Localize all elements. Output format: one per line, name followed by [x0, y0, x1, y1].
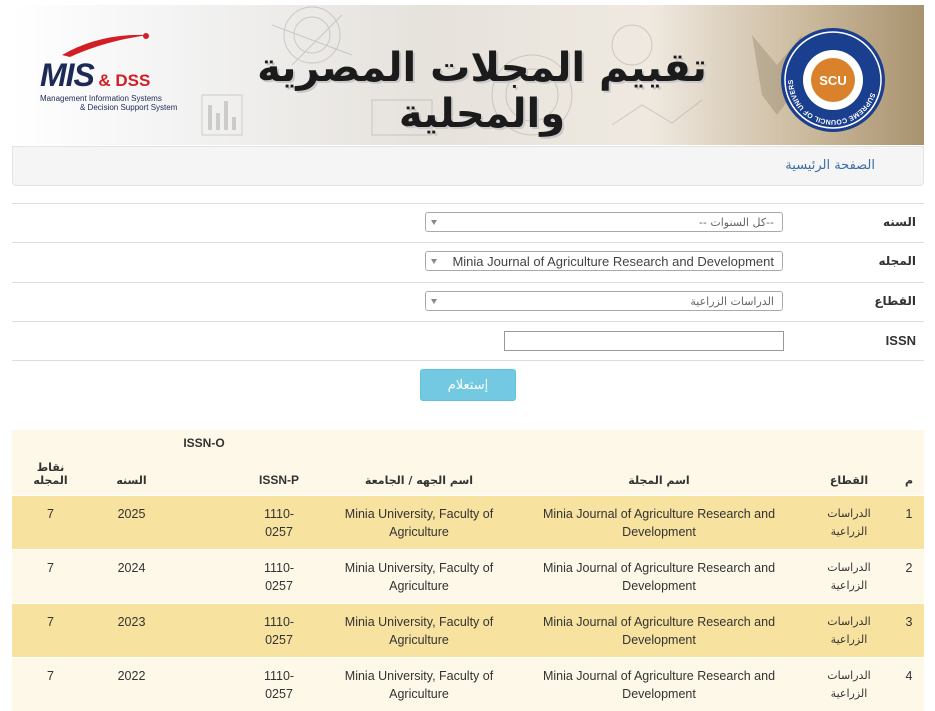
- cell-issn-p: 1110-0257: [234, 496, 324, 550]
- logo-dss-text: & DSS: [98, 71, 150, 90]
- cell-points: 7: [12, 496, 89, 550]
- breadcrumb: الصفحة الرئيسية: [12, 146, 924, 186]
- cell-issn-o: [174, 496, 234, 550]
- form-row-sector: القطاع الدراسات الزراعية: [12, 282, 924, 321]
- header-org: اسم الجهه / الجامعة: [324, 430, 514, 496]
- year-select[interactable]: --كل السنوات --: [425, 212, 783, 232]
- cell-journal: Minia Journal of Agriculture Research an…: [514, 604, 804, 658]
- form-row-journal: المجله Minia Journal of Agriculture Rese…: [12, 242, 924, 281]
- cell-journal: Minia Journal of Agriculture Research an…: [514, 658, 804, 711]
- cell-year: 2023: [89, 604, 174, 658]
- cell-issn-p: 1110-0257: [234, 550, 324, 604]
- cell-points: 7: [12, 658, 89, 711]
- banner-title: تقييم المجلات المصرية والمحلية: [202, 45, 762, 137]
- header-num: م: [894, 430, 924, 496]
- logo-subtitle-1: Management Information Systems: [40, 94, 177, 103]
- cell-num: 2: [894, 550, 924, 604]
- query-button[interactable]: إستعلام: [420, 369, 516, 401]
- header-points: نقاط المجله: [12, 430, 89, 496]
- journal-label: المجله: [879, 254, 917, 268]
- sector-select-value: الدراسات الزراعية: [690, 295, 774, 308]
- cell-sector: الدراسات الزراعية: [804, 496, 894, 550]
- cell-year: 2024: [89, 550, 174, 604]
- table-row: 1 الدراسات الزراعية Minia Journal of Agr…: [12, 496, 924, 550]
- table-header-row: م القطاع اسم المجلة اسم الجهه / الجامعة …: [12, 430, 924, 496]
- cell-num: 4: [894, 658, 924, 711]
- chevron-down-icon: [431, 259, 437, 264]
- header-year: السنه: [89, 430, 174, 496]
- cell-year: 2025: [89, 496, 174, 550]
- cell-points: 7: [12, 604, 89, 658]
- table-row: 4 الدراسات الزراعية Minia Journal of Agr…: [12, 658, 924, 711]
- results-table: م القطاع اسم المجلة اسم الجهه / الجامعة …: [12, 430, 924, 711]
- header-journal: اسم المجلة: [514, 430, 804, 496]
- issn-label: ISSN: [886, 333, 916, 348]
- swoosh-icon: [60, 31, 150, 57]
- cell-issn-o: [174, 658, 234, 711]
- site-banner: MIS & DSS Management Information Systems…: [12, 5, 924, 145]
- header-issn-o: ISSN-O: [174, 430, 234, 496]
- cell-org: Minia University, Faculty of Agriculture: [324, 658, 514, 711]
- cell-issn-o: [174, 550, 234, 604]
- table-row: 2 الدراسات الزراعية Minia Journal of Agr…: [12, 550, 924, 604]
- journal-select-value: Minia Journal of Agriculture Research an…: [452, 254, 774, 269]
- cell-sector: الدراسات الزراعية: [804, 604, 894, 658]
- scu-seal-icon: SUPREME COUNCIL OF UNIVERSITIES SCU: [780, 27, 886, 133]
- breadcrumb-home-link[interactable]: الصفحة الرئيسية: [785, 158, 875, 173]
- chevron-down-icon: [431, 299, 437, 304]
- form-row-issn: ISSN: [12, 321, 924, 361]
- year-label: السنه: [883, 215, 916, 229]
- cell-journal: Minia Journal of Agriculture Research an…: [514, 496, 804, 550]
- cell-issn-p: 1110-0257: [234, 658, 324, 711]
- cell-issn-o: [174, 604, 234, 658]
- logo-subtitle-2: & Decision Support System: [40, 103, 177, 112]
- header-issn-p: ISSN-P: [234, 430, 324, 496]
- cell-num: 3: [894, 604, 924, 658]
- cell-points: 7: [12, 550, 89, 604]
- cell-sector: الدراسات الزراعية: [804, 550, 894, 604]
- logo-main-text: MIS: [40, 57, 94, 93]
- cell-org: Minia University, Faculty of Agriculture: [324, 496, 514, 550]
- cell-num: 1: [894, 496, 924, 550]
- form-row-year: السنه --كل السنوات --: [12, 203, 924, 242]
- chevron-down-icon: [431, 220, 437, 225]
- seal-center-text: SCU: [819, 73, 846, 88]
- sector-label: القطاع: [874, 294, 916, 308]
- cell-sector: الدراسات الزراعية: [804, 658, 894, 711]
- table-row: 3 الدراسات الزراعية Minia Journal of Agr…: [12, 604, 924, 658]
- journal-select[interactable]: Minia Journal of Agriculture Research an…: [425, 251, 783, 271]
- cell-journal: Minia Journal of Agriculture Research an…: [514, 550, 804, 604]
- issn-input[interactable]: [504, 331, 784, 351]
- cell-org: Minia University, Faculty of Agriculture: [324, 604, 514, 658]
- mis-dss-logo: MIS & DSS Management Information Systems…: [40, 57, 177, 112]
- header-sector: القطاع: [804, 430, 894, 496]
- sector-select[interactable]: الدراسات الزراعية: [425, 291, 783, 311]
- cell-issn-p: 1110-0257: [234, 604, 324, 658]
- year-select-value: --كل السنوات --: [699, 216, 774, 229]
- cell-year: 2022: [89, 658, 174, 711]
- cell-org: Minia University, Faculty of Agriculture: [324, 550, 514, 604]
